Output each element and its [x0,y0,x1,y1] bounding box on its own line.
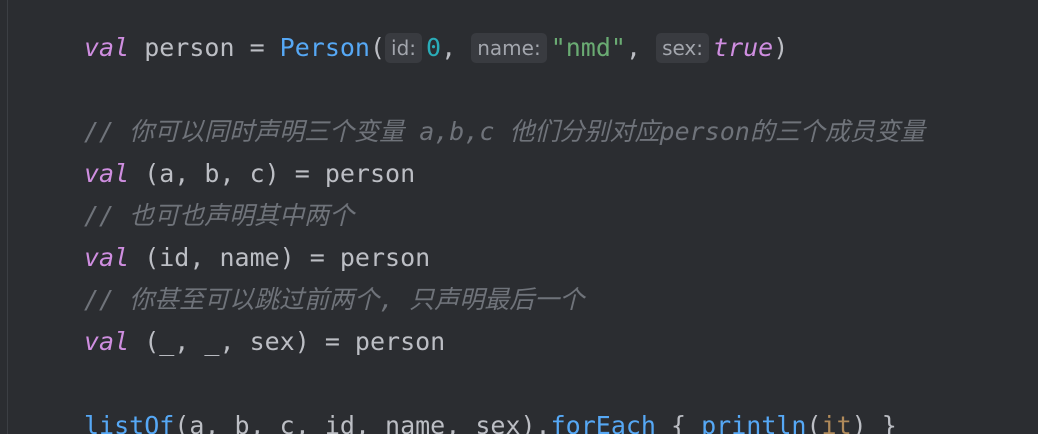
arg-sex: true [713,33,774,62]
code-line-foreach[interactable]: listOf(a, b, c, id, name, sex).forEach {… [84,409,897,434]
class-person[interactable]: Person [280,33,370,62]
variable-person: person = [129,33,280,62]
function-foreach[interactable]: forEach [551,411,656,434]
code-editor[interactable]: val person = Person(id: 0, name: "nmd", se… [0,0,1038,434]
code-text: ( [806,411,822,434]
code-text: (id, name) = person [129,243,431,272]
code-text: ) [851,411,867,434]
code-line-destructure-id-name[interactable]: val (id, name) = person [84,241,430,275]
code-line-comment[interactable]: // 你甚至可以跳过前两个, 只声明最后一个 [84,283,584,317]
keyword-val: val [84,327,130,356]
code-text: (a, b, c, id, name, sex). [174,411,551,434]
code-text: (_, _, sex) = person [129,327,446,356]
function-println[interactable]: println [701,411,806,434]
code-line-person-declaration[interactable]: val person = Person(id: 0, name: "nmd", se… [84,31,788,65]
keyword-val: val [84,159,130,188]
code-text: } [866,411,897,434]
keyword-val: val [84,243,130,272]
separator: , [441,33,472,62]
gutter-divider [7,0,8,434]
code-line-comment[interactable]: // 也可也声明其中两个 [84,199,354,233]
function-listof[interactable]: listOf [84,411,174,434]
param-hint-sex: sex: [656,33,710,63]
param-hint-id: id: [385,33,423,63]
arg-id: 0 [426,33,442,62]
keyword-val: val [84,33,130,62]
code-text: (a, b, c) = person [129,159,416,188]
open-paren: ( [369,33,386,62]
code-line-destructure-abc[interactable]: val (a, b, c) = person [84,157,415,191]
lambda-it: it [821,411,852,434]
code-line-destructure-sex[interactable]: val (_, _, sex) = person [84,325,445,359]
close-paren: ) [773,33,789,62]
arg-name: "nmd" [550,33,626,62]
separator: , [625,33,657,62]
param-hint-name: name: [471,33,547,63]
code-text: { [655,411,702,434]
code-line-comment[interactable]: // 你可以同时声明三个变量 a,b,c 他们分别对应person的三个成员变量 [84,115,925,149]
